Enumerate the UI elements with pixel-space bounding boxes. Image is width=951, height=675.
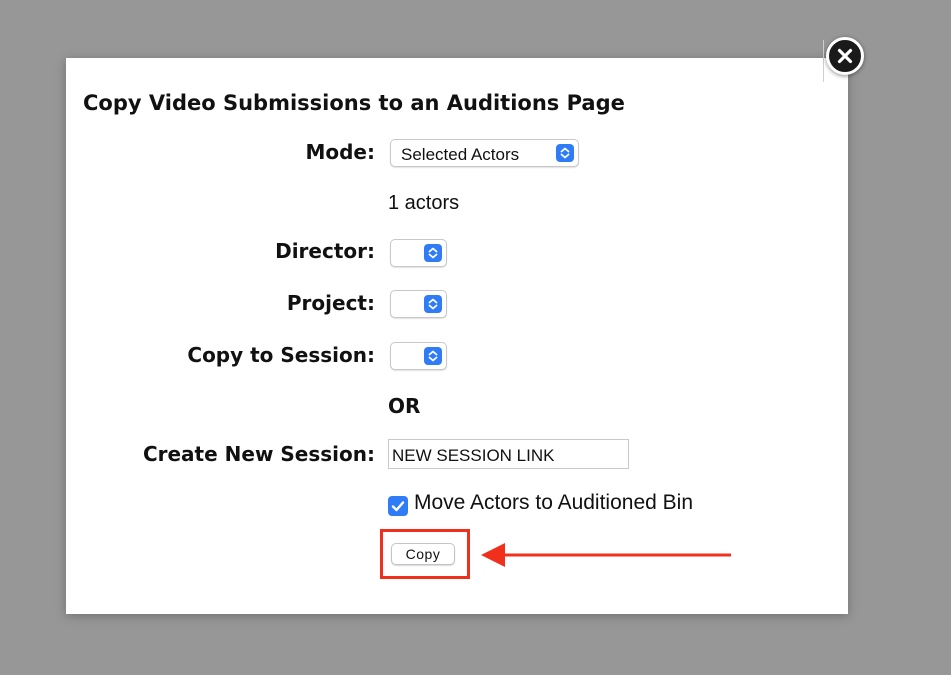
create-new-session-label: Create New Session: bbox=[142, 442, 375, 466]
mode-select-value: Selected Actors bbox=[401, 145, 520, 164]
copy-submissions-dialog: Copy Video Submissions to an Auditions P… bbox=[66, 58, 848, 614]
arrow-left-icon bbox=[481, 543, 731, 567]
move-actors-checkbox[interactable] bbox=[388, 496, 408, 516]
checkmark-icon bbox=[391, 501, 405, 512]
director-label: Director: bbox=[275, 239, 375, 263]
copy-to-session-select[interactable] bbox=[390, 342, 447, 370]
close-x-icon bbox=[837, 48, 853, 64]
copy-button[interactable]: Copy bbox=[391, 543, 455, 565]
select-stepper-icon bbox=[424, 347, 442, 365]
director-select[interactable] bbox=[390, 239, 447, 267]
or-separator: OR bbox=[388, 394, 421, 418]
move-actors-label[interactable]: Move Actors to Auditioned Bin bbox=[414, 491, 693, 515]
mode-select[interactable]: Selected Actors bbox=[390, 139, 579, 167]
copy-to-session-label: Copy to Session: bbox=[187, 343, 375, 367]
close-button[interactable] bbox=[826, 37, 864, 75]
actors-count: 1 actors bbox=[388, 192, 460, 214]
project-select[interactable] bbox=[390, 290, 447, 318]
close-divider bbox=[823, 40, 824, 82]
dialog-title: Copy Video Submissions to an Auditions P… bbox=[83, 91, 625, 115]
select-stepper-icon bbox=[424, 244, 442, 262]
new-session-input[interactable]: NEW SESSION LINK bbox=[388, 439, 629, 469]
select-stepper-icon bbox=[424, 295, 442, 313]
mode-label: Mode: bbox=[305, 140, 375, 164]
select-stepper-icon bbox=[556, 144, 574, 162]
project-label: Project: bbox=[286, 291, 375, 315]
